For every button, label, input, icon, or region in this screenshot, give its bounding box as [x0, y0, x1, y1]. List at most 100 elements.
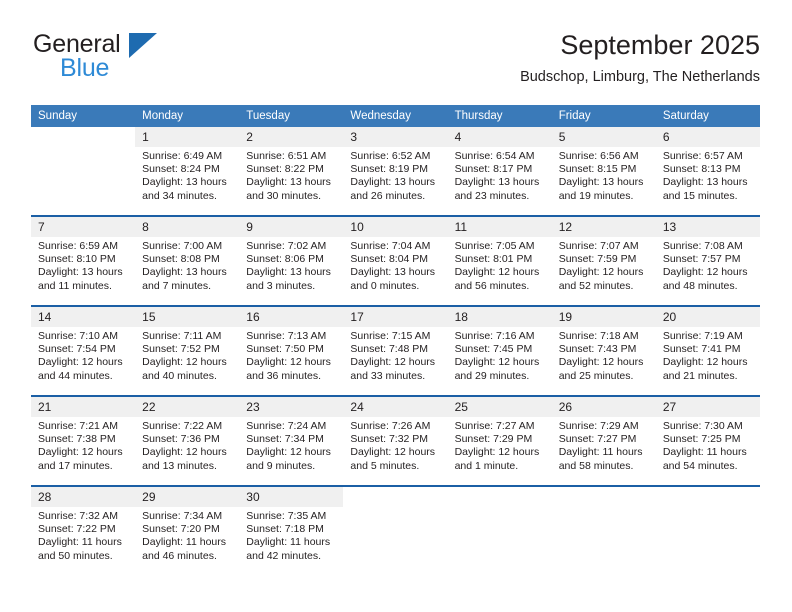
- day-sunrise-text: Sunrise: 7:29 AM: [558, 420, 639, 432]
- day-sunset-text: Sunset: 8:19 PM: [350, 163, 429, 176]
- day-number-cell[interactable]: 30: [239, 487, 344, 507]
- day-number-cell[interactable]: 14: [31, 307, 136, 327]
- day-daylight-text: Daylight: 11 hours: [662, 446, 747, 459]
- day-sunrise-text: Sunrise: 7:10 AM: [38, 330, 118, 342]
- day-sunset-text: Sunset: 8:24 PM: [142, 163, 220, 176]
- day-sunset-text: Sunset: 7:34 PM: [246, 433, 324, 446]
- day-number-cell[interactable]: 12: [551, 217, 656, 237]
- day-sunset-text: Sunset: 7:22 PM: [38, 523, 116, 536]
- day-sunrise-text: Sunrise: 7:21 AM: [38, 420, 118, 432]
- day-number-cell[interactable]: 6: [655, 127, 760, 147]
- day-detail-cell: Sunrise: 7:29 AM Sunset: 7:27 PM Daylight:…: [551, 417, 656, 485]
- day-number-cell[interactable]: 24: [343, 397, 448, 417]
- day-sunrise-text: Sunrise: 7:16 AM: [454, 330, 535, 342]
- day-number-cell[interactable]: 15: [135, 307, 240, 327]
- day-number-cell[interactable]: 25: [447, 397, 552, 417]
- day-daylight-text: and 54 minutes.: [662, 459, 738, 472]
- day-detail-empty: [31, 147, 136, 215]
- day-daylight-text: and 11 minutes.: [38, 279, 112, 292]
- day-daylight-text: and 30 minutes.: [246, 189, 321, 202]
- day-number-cell[interactable]: 29: [135, 487, 240, 507]
- day-number-cell[interactable]: 18: [447, 307, 552, 327]
- day-detail-cell: Sunrise: 7:26 AM Sunset: 7:32 PM Daylight:…: [343, 417, 448, 485]
- day-daylight-text: Daylight: 12 hours: [246, 446, 331, 459]
- day-detail-cell: Sunrise: 7:24 AM Sunset: 7:34 PM Daylight:…: [239, 417, 344, 485]
- day-detail-cell: Sunrise: 7:02 AM Sunset: 8:06 PM Daylight:…: [239, 237, 344, 305]
- day-daylight-text: and 25 minutes.: [558, 369, 634, 382]
- day-number-cell[interactable]: 23: [239, 397, 344, 417]
- day-sunrise-text: Sunrise: 7:30 AM: [662, 420, 743, 432]
- day-number-cell[interactable]: 9: [239, 217, 344, 237]
- calendar-page: General Blue September 2025 Budschop, Li…: [0, 0, 792, 612]
- day-number-cell[interactable]: 10: [343, 217, 448, 237]
- day-daylight-text: and 36 minutes.: [246, 369, 321, 382]
- day-number-cell[interactable]: 1: [135, 127, 240, 147]
- day-number-cell[interactable]: 13: [655, 217, 760, 237]
- week-daynumber-row: 14 15 16 17 18 19 20: [31, 307, 760, 327]
- day-number-cell[interactable]: 8: [135, 217, 240, 237]
- day-daylight-text: Daylight: 13 hours: [246, 176, 331, 189]
- day-detail-cell: Sunrise: 6:52 AM Sunset: 8:19 PM Daylight:…: [343, 147, 448, 215]
- day-cell-empty: [31, 127, 136, 147]
- title-block: September 2025 Budschop, Limburg, The Ne…: [520, 28, 760, 88]
- day-number-cell[interactable]: 28: [31, 487, 136, 507]
- day-daylight-text: Daylight: 13 hours: [142, 176, 227, 189]
- day-number-cell[interactable]: 5: [551, 127, 656, 147]
- day-detail-cell: Sunrise: 7:30 AM Sunset: 7:25 PM Daylight:…: [655, 417, 760, 485]
- day-number-cell[interactable]: 26: [551, 397, 656, 417]
- day-daylight-text: and 17 minutes.: [38, 459, 113, 472]
- day-number-cell[interactable]: 20: [655, 307, 760, 327]
- day-number-cell[interactable]: 7: [31, 217, 136, 237]
- day-sunrise-text: Sunrise: 6:59 AM: [38, 240, 118, 252]
- day-number-cell[interactable]: 3: [343, 127, 448, 147]
- day-cell-empty: [447, 487, 552, 507]
- day-number-cell[interactable]: 21: [31, 397, 136, 417]
- day-daylight-text: and 48 minutes.: [662, 279, 738, 292]
- day-daylight-text: Daylight: 11 hours: [142, 536, 226, 549]
- day-detail-cell: Sunrise: 7:07 AM Sunset: 7:59 PM Daylight:…: [551, 237, 656, 305]
- day-daylight-text: Daylight: 13 hours: [350, 176, 436, 189]
- day-sunset-text: Sunset: 8:04 PM: [350, 253, 429, 266]
- day-daylight-text: Daylight: 12 hours: [246, 356, 331, 369]
- day-daylight-text: Daylight: 13 hours: [454, 176, 540, 189]
- day-sunrise-text: Sunrise: 7:00 AM: [142, 240, 223, 252]
- day-number-cell[interactable]: 11: [447, 217, 552, 237]
- day-daylight-text: and 19 minutes.: [558, 189, 634, 202]
- day-detail-cell: Sunrise: 7:19 AM Sunset: 7:41 PM Daylight:…: [655, 327, 760, 395]
- day-sunrise-text: Sunrise: 6:54 AM: [454, 150, 535, 162]
- day-sunrise-text: Sunrise: 7:13 AM: [246, 330, 327, 342]
- day-daylight-text: Daylight: 12 hours: [142, 446, 227, 459]
- day-sunrise-text: Sunrise: 7:26 AM: [350, 420, 431, 432]
- day-daylight-text: Daylight: 13 hours: [558, 176, 644, 189]
- day-number-cell[interactable]: 27: [655, 397, 760, 417]
- brand-name-blue: Blue: [60, 54, 110, 82]
- day-sunset-text: Sunset: 8:13 PM: [662, 163, 741, 176]
- week-detail-row: Sunrise: 6:59 AM Sunset: 8:10 PM Daylight:…: [31, 237, 760, 305]
- day-sunset-text: Sunset: 7:48 PM: [350, 343, 429, 356]
- day-sunset-text: Sunset: 8:08 PM: [142, 253, 220, 266]
- day-daylight-text: and 9 minutes.: [246, 459, 316, 472]
- day-daylight-text: and 5 minutes.: [350, 459, 420, 472]
- day-cell-empty: [343, 487, 448, 507]
- day-daylight-text: Daylight: 12 hours: [454, 356, 540, 369]
- day-daylight-text: and 42 minutes.: [246, 549, 321, 562]
- day-number-cell[interactable]: 4: [447, 127, 552, 147]
- day-detail-cell: Sunrise: 7:11 AM Sunset: 7:52 PM Daylight:…: [135, 327, 240, 395]
- day-sunset-text: Sunset: 8:06 PM: [246, 253, 324, 266]
- day-number-cell[interactable]: 16: [239, 307, 344, 327]
- day-number-cell[interactable]: 22: [135, 397, 240, 417]
- weekday-header-thursday: Thursday: [447, 105, 552, 127]
- day-number-cell[interactable]: 2: [239, 127, 344, 147]
- day-sunset-text: Sunset: 7:20 PM: [142, 523, 220, 536]
- week-daynumber-row: 21 22 23 24 25 26 27: [31, 397, 760, 417]
- day-detail-empty: [447, 507, 552, 575]
- day-detail-empty: [343, 507, 448, 575]
- day-daylight-text: and 13 minutes.: [142, 459, 217, 472]
- day-number-cell[interactable]: 19: [551, 307, 656, 327]
- weekday-header-tuesday: Tuesday: [239, 105, 344, 127]
- day-sunset-text: Sunset: 7:57 PM: [662, 253, 741, 266]
- day-daylight-text: Daylight: 11 hours: [246, 536, 331, 549]
- day-sunset-text: Sunset: 7:50 PM: [246, 343, 324, 356]
- day-sunset-text: Sunset: 8:22 PM: [246, 163, 324, 176]
- day-number-cell[interactable]: 17: [343, 307, 448, 327]
